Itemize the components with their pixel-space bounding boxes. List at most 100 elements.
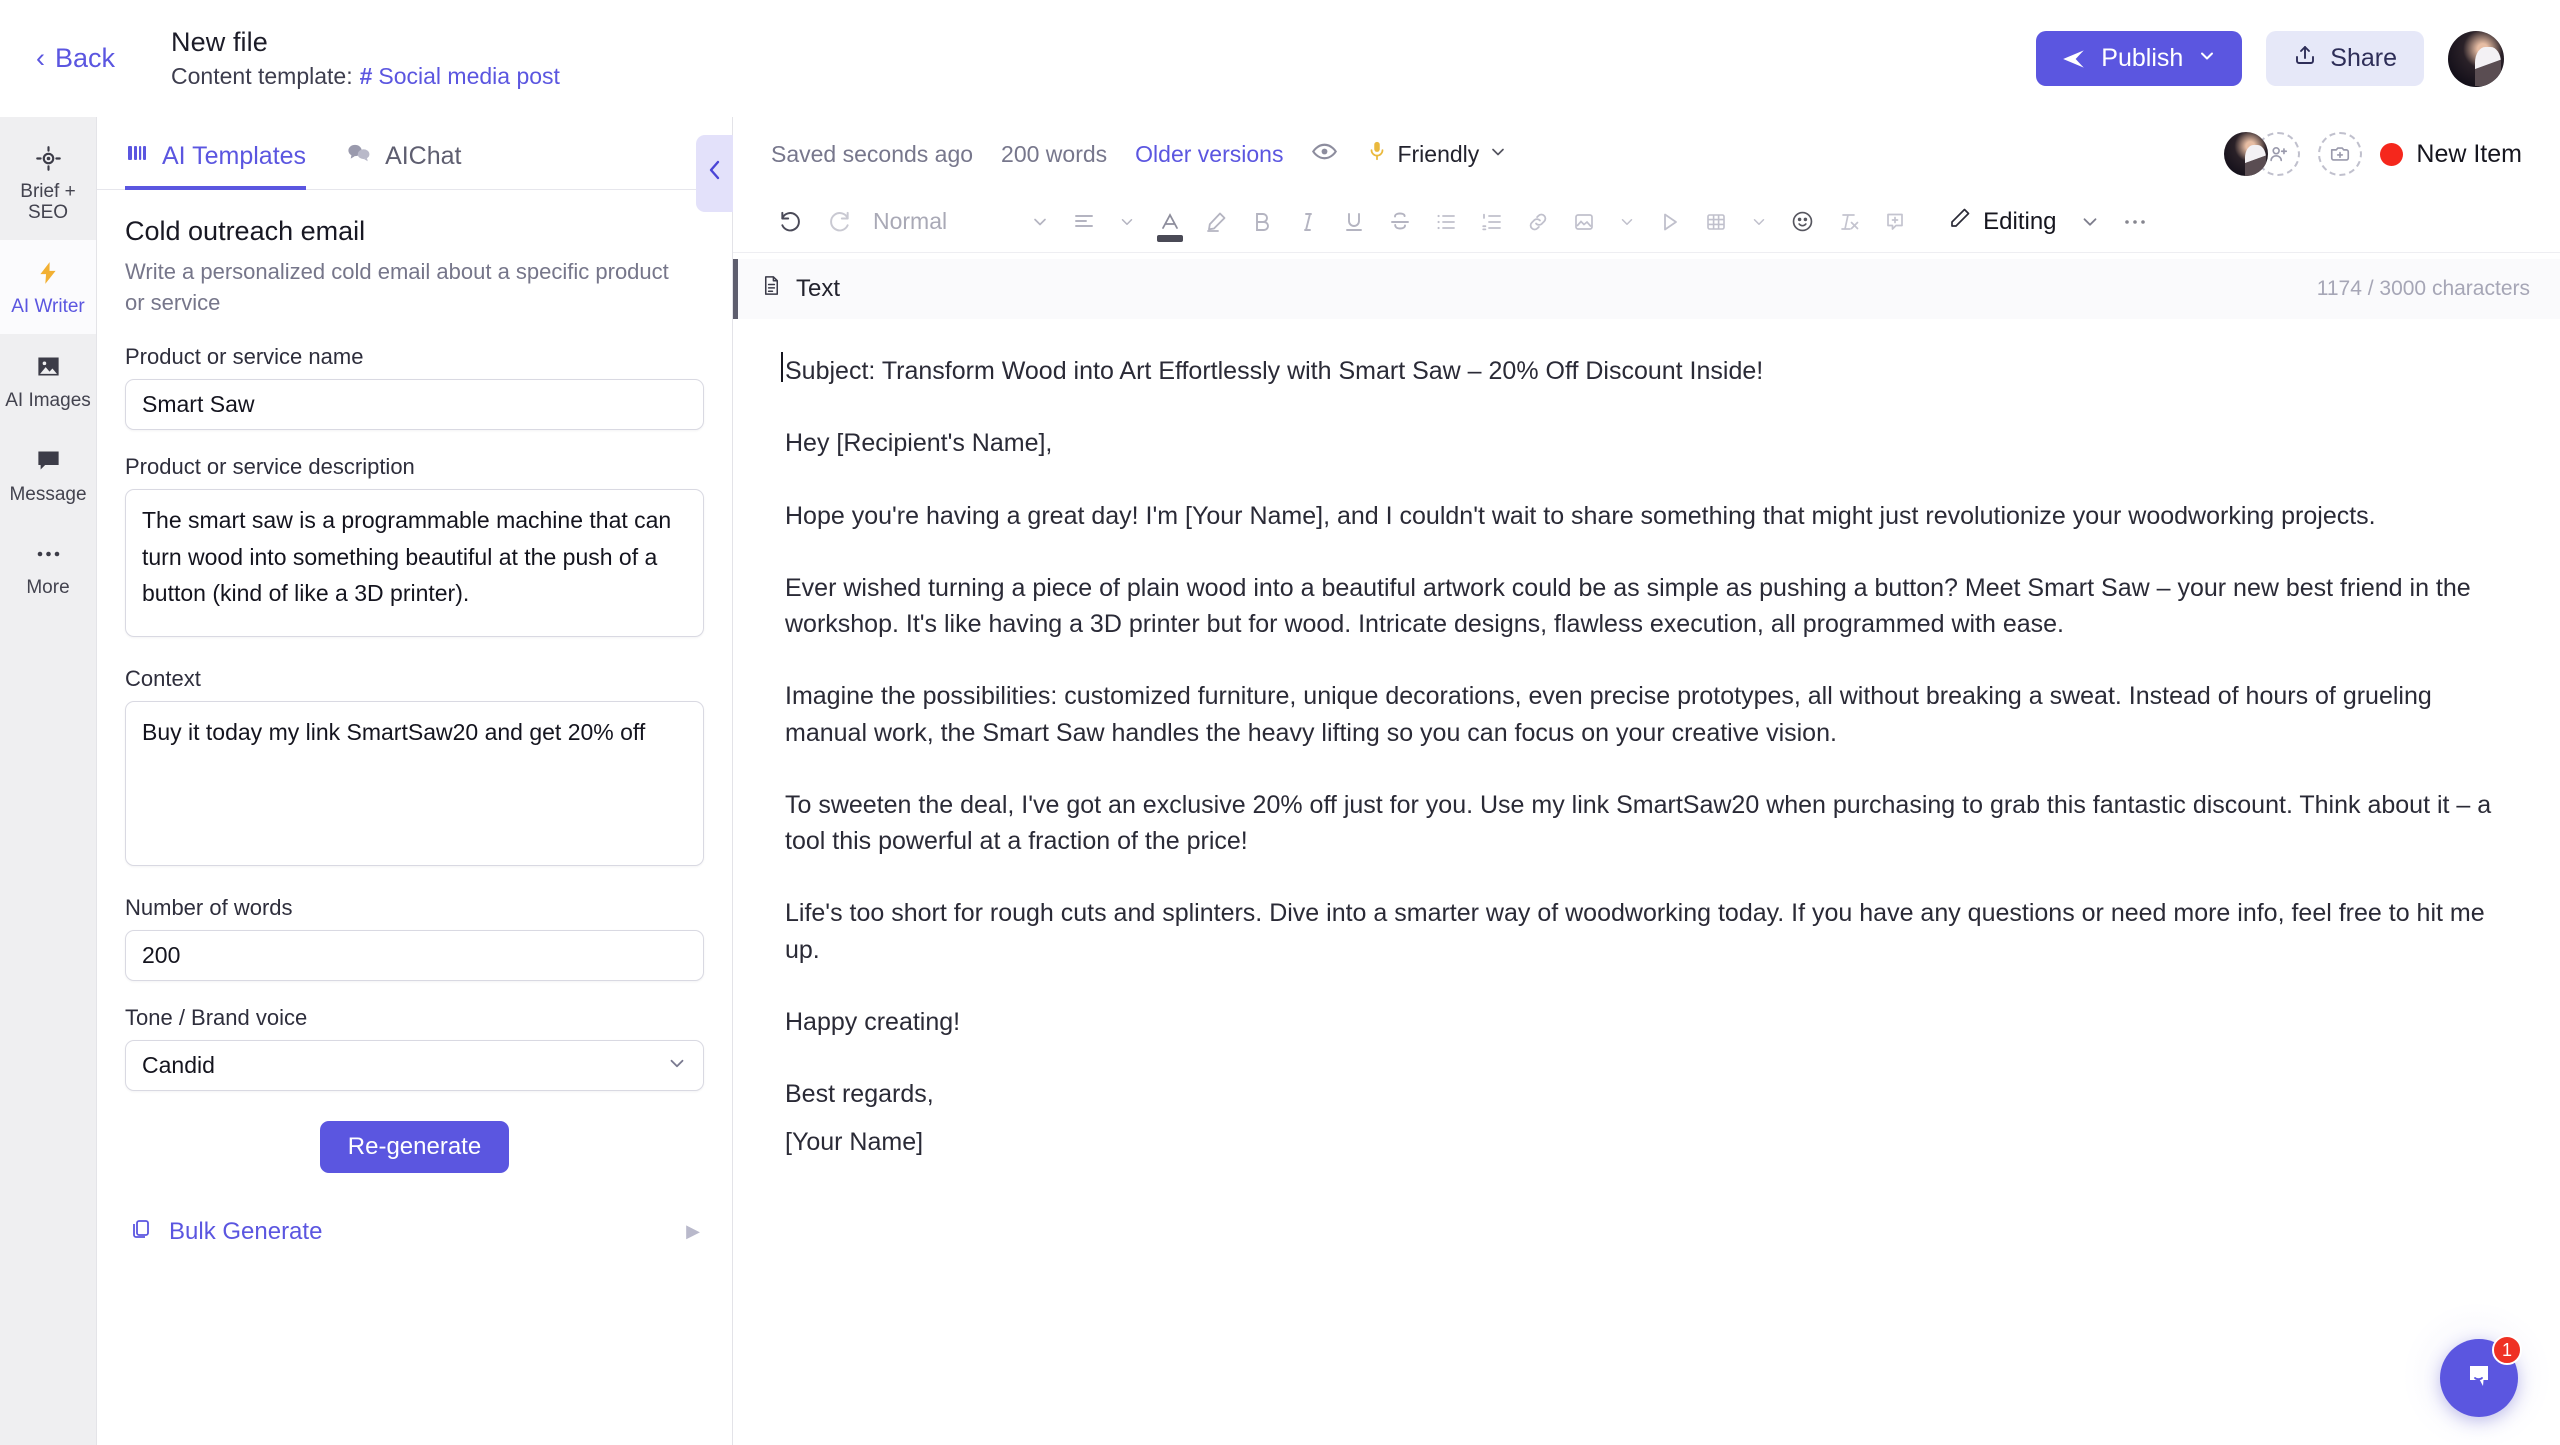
collapse-panel-button[interactable]	[696, 135, 733, 212]
tone-select[interactable]	[125, 1040, 704, 1092]
table-icon[interactable]	[1693, 201, 1739, 243]
saved-status: Saved seconds ago	[771, 140, 974, 167]
align-left-icon[interactable]	[1061, 201, 1107, 243]
regenerate-button[interactable]: Re-generate	[319, 1121, 510, 1174]
field-label: Product or service name	[125, 344, 364, 370]
image-icon	[35, 352, 62, 382]
play-icon[interactable]	[1647, 201, 1693, 243]
pencil-icon	[1948, 206, 1972, 237]
left-rail: Brief + SEO AI Writer AI Images Message	[0, 117, 97, 1445]
editing-mode-chevron-down-icon[interactable]	[2068, 201, 2112, 243]
numbered-list-icon[interactable]	[1469, 201, 1515, 243]
back-button[interactable]: ‹ Back	[26, 37, 125, 80]
text-color-icon[interactable]	[1147, 201, 1193, 243]
doc-paragraph: Happy creating!	[785, 1007, 961, 1036]
doc-paragraph: Life's too short for rough cuts and spli…	[785, 899, 2485, 964]
hash-icon: #	[359, 63, 373, 89]
doc-paragraph: Best regards,	[785, 1080, 934, 1108]
new-item-button[interactable]: New Item	[2380, 140, 2522, 169]
tone-chip[interactable]: Friendly	[1366, 139, 1508, 169]
product-description-textarea[interactable]	[125, 489, 704, 638]
toolbar-more-ellipsis-icon[interactable]	[2112, 201, 2158, 243]
sidebar-item-label: AI Writer	[11, 295, 85, 317]
paragraph-style-label[interactable]: Normal	[863, 201, 957, 243]
doc-paragraph: Imagine the possibilities: customized fu…	[785, 682, 2432, 747]
text-block-header: Text 1174 / 3000 characters	[733, 259, 2560, 319]
bold-icon[interactable]	[1239, 201, 1285, 243]
context-textarea[interactable]	[125, 701, 704, 867]
share-label: Share	[2330, 44, 2397, 72]
chevron-down-icon[interactable]	[1019, 201, 1061, 243]
record-dot-icon	[2380, 142, 2404, 166]
editing-mode-button[interactable]: Editing	[1934, 201, 2067, 243]
share-button[interactable]: Share	[2266, 31, 2424, 86]
image-insert-icon[interactable]	[1561, 201, 1607, 243]
underline-icon[interactable]	[1331, 201, 1377, 243]
bulk-generate-label: Bulk Generate	[169, 1217, 323, 1245]
doc-paragraph: Subject: Transform Wood into Art Effortl…	[781, 351, 2504, 389]
tab-label: AI Templates	[162, 142, 307, 170]
link-icon[interactable]	[1515, 201, 1561, 243]
highlighter-icon[interactable]	[1193, 201, 1239, 243]
top-bar-actions: Publish Share	[2036, 30, 2504, 87]
table-dropdown-chevron-down-icon[interactable]	[1739, 201, 1779, 243]
chevron-down-icon	[1488, 141, 1508, 168]
word-count: 200 words	[1001, 140, 1108, 167]
templates-panel: AI Templates AIChat Cold outreach email …	[97, 117, 733, 1445]
templates-icon	[125, 141, 149, 172]
content-template-label: Content template:	[171, 63, 353, 89]
chat-bubbles-icon	[346, 141, 372, 172]
clear-format-icon[interactable]	[1826, 201, 1872, 243]
sidebar-item-label: More	[26, 577, 70, 599]
product-name-input[interactable]	[125, 379, 704, 431]
emoji-icon[interactable]	[1779, 201, 1826, 243]
chat-widget-button[interactable]: 1	[2440, 1335, 2522, 1417]
chevron-left-icon	[705, 157, 725, 190]
strikethrough-icon[interactable]	[1377, 201, 1423, 243]
back-label: Back	[55, 43, 116, 73]
redo-button[interactable]	[815, 201, 863, 243]
add-media-button[interactable]	[2318, 132, 2363, 176]
character-count: 1174 / 3000 characters	[2316, 277, 2530, 300]
sidebar-item-label: AI Images	[5, 389, 91, 411]
page-title: New file	[171, 27, 268, 57]
editor-toolbar: Normal Editing	[733, 191, 2560, 253]
bulk-generate-row[interactable]: Bulk Generate ▶	[125, 1211, 704, 1252]
avatar[interactable]	[2448, 30, 2504, 87]
document-body[interactable]: Subject: Transform Wood into Art Effortl…	[733, 319, 2560, 1445]
tab-label: AIChat	[385, 142, 462, 170]
italic-icon[interactable]	[1285, 201, 1331, 243]
field-context: Context	[125, 666, 704, 871]
chevron-left-icon: ‹	[36, 43, 45, 73]
editor-meta-right: New Item	[2224, 132, 2522, 176]
align-dropdown-chevron-down-icon[interactable]	[1107, 201, 1147, 243]
bullet-list-icon[interactable]	[1423, 201, 1469, 243]
sidebar-item-ai-writer[interactable]: AI Writer	[0, 239, 96, 334]
lightning-icon	[35, 258, 61, 288]
sidebar-item-message[interactable]: Message	[0, 428, 96, 522]
copy-icon	[129, 1217, 153, 1246]
document-icon	[760, 274, 783, 304]
new-item-label: New Item	[2416, 139, 2522, 168]
target-icon	[35, 143, 62, 173]
sidebar-item-ai-images[interactable]: AI Images	[0, 334, 96, 428]
publish-button[interactable]: Publish	[2036, 31, 2243, 86]
doc-paragraph: [Your Name]	[785, 1128, 924, 1157]
microphone-icon	[1366, 139, 1388, 169]
undo-button[interactable]	[767, 201, 815, 243]
tab-ai-templates[interactable]: AI Templates	[125, 141, 307, 190]
sidebar-item-brief-seo[interactable]: Brief + SEO	[0, 125, 96, 240]
image-dropdown-chevron-down-icon[interactable]	[1607, 201, 1647, 243]
eye-icon[interactable]	[1311, 138, 1338, 171]
older-versions-link[interactable]: Older versions	[1135, 141, 1283, 168]
avatar[interactable]	[2224, 132, 2269, 176]
add-comment-icon[interactable]	[1872, 201, 1918, 243]
field-label: Context	[125, 666, 201, 692]
ellipsis-icon	[35, 539, 62, 569]
tab-aichat[interactable]: AIChat	[346, 141, 462, 190]
number-of-words-input[interactable]	[125, 930, 704, 982]
template-title: Cold outreach email	[125, 216, 366, 246]
field-product-description: Product or service description	[125, 454, 704, 642]
sidebar-item-more[interactable]: More	[0, 521, 96, 615]
content-template-link[interactable]: # Social media post	[360, 63, 560, 90]
